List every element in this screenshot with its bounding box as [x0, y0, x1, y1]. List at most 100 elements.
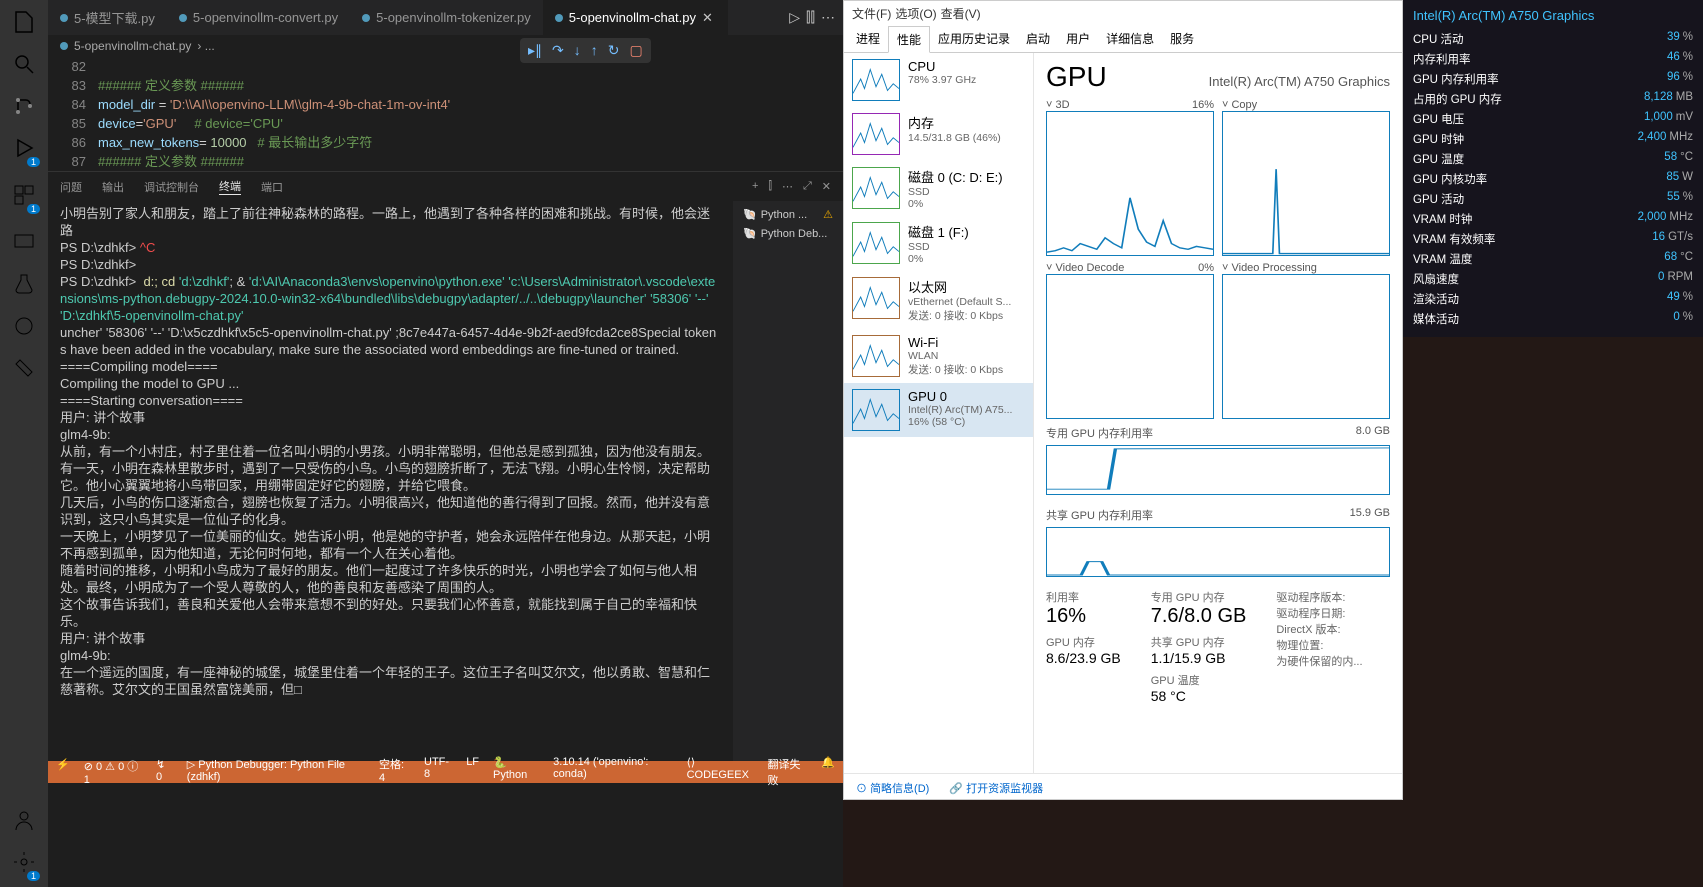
- tab-problems[interactable]: 问题: [60, 179, 82, 195]
- close-panel-icon[interactable]: ✕: [822, 180, 831, 193]
- lang-status[interactable]: 🐍 Python: [493, 756, 539, 788]
- eol-status[interactable]: LF: [466, 756, 479, 788]
- files-icon[interactable]: [12, 10, 36, 34]
- debug-toolbar[interactable]: ▸∥ ↷ ↓ ↑ ↻ ▢: [520, 38, 651, 63]
- tag-icon[interactable]: [12, 356, 36, 380]
- new-terminal-icon[interactable]: +: [752, 180, 758, 193]
- search-icon[interactable]: [12, 52, 36, 76]
- side-line2: 16% (58 °C): [908, 416, 1012, 428]
- step-over-icon[interactable]: ↷: [552, 42, 564, 59]
- tab-1[interactable]: 5-openvinollm-convert.py: [167, 0, 350, 35]
- tab-performance[interactable]: 性能: [888, 26, 930, 53]
- menu-options[interactable]: 选项(O): [895, 5, 936, 22]
- side-title: CPU: [908, 59, 976, 74]
- debug-status[interactable]: ▷ Python Debugger: Python File (zdhkf): [187, 758, 365, 786]
- tab-startup[interactable]: 启动: [1018, 26, 1058, 52]
- indent-status[interactable]: 空格: 4: [379, 756, 410, 788]
- source-control-icon[interactable]: [12, 94, 36, 118]
- tm-side-item-1[interactable]: 内存14.5/31.8 GB (46%): [844, 107, 1033, 161]
- more-icon[interactable]: ⋯: [782, 180, 793, 193]
- chart-ded-mem[interactable]: [1046, 445, 1390, 495]
- problems-status[interactable]: ⊘ 0 ⚠ 0 ⓘ 1: [84, 758, 142, 786]
- tab-ports[interactable]: 端口: [261, 179, 283, 195]
- overlay-unit: %: [1683, 71, 1693, 83]
- tab-users[interactable]: 用户: [1058, 26, 1098, 52]
- ports-status[interactable]: ↯ 0: [156, 758, 173, 786]
- maximize-icon[interactable]: ⤢: [803, 180, 812, 193]
- tab-debug-console[interactable]: 调试控制台: [144, 179, 199, 195]
- tab-history[interactable]: 应用历史记录: [930, 26, 1018, 52]
- side-line1: SSD: [908, 186, 1003, 198]
- flask-icon[interactable]: [12, 272, 36, 296]
- tab-2[interactable]: 5-openvinollm-tokenizer.py: [350, 0, 543, 35]
- code-editor[interactable]: 828384858687 ###### 定义参数 ###### model_di…: [48, 57, 843, 171]
- ai-icon[interactable]: [12, 314, 36, 338]
- remote-indicator[interactable]: ⚡: [56, 758, 70, 786]
- tab-0[interactable]: 5-模型下载.py: [48, 0, 167, 35]
- continue-icon[interactable]: ▸∥: [528, 42, 542, 59]
- terminal-item-debug[interactable]: 🐚Python Deb...: [737, 224, 839, 243]
- terminal-item-python[interactable]: 🐚Python ...⚠: [737, 205, 839, 224]
- tab-label: 5-openvinollm-tokenizer.py: [376, 10, 531, 25]
- split-terminal-icon[interactable]: ⫿: [768, 180, 772, 193]
- more-icon[interactable]: ⋯: [821, 9, 835, 26]
- tm-side-item-0[interactable]: CPU78% 3.97 GHz: [844, 53, 1033, 107]
- breadcrumb[interactable]: 5-openvinollm-chat.py› ...: [48, 35, 843, 57]
- ext-badge: 1: [27, 204, 40, 214]
- mini-graph: [852, 113, 900, 155]
- close-icon[interactable]: ✕: [702, 10, 716, 26]
- tab-processes[interactable]: 进程: [848, 26, 888, 52]
- tab-3[interactable]: 5-openvinollm-chat.py✕: [543, 0, 728, 35]
- chart-shr-mem[interactable]: [1046, 527, 1390, 577]
- account-icon[interactable]: [12, 808, 36, 832]
- settings-badge: 1: [27, 871, 40, 881]
- chart-label-copy[interactable]: ˅ Copy: [1222, 99, 1257, 111]
- split-icon[interactable]: ⫿⫿: [806, 9, 815, 26]
- overlay-key: CPU 活动: [1413, 31, 1463, 47]
- chart-copy[interactable]: [1222, 111, 1390, 256]
- restart-icon[interactable]: ↻: [608, 42, 620, 59]
- step-out-icon[interactable]: ↑: [591, 42, 598, 59]
- tab-details[interactable]: 详细信息: [1098, 26, 1162, 52]
- translate-status[interactable]: 翻译失败: [768, 756, 808, 788]
- overlay-key: 占用的 GPU 内存: [1413, 91, 1502, 107]
- tm-tabs: 进程 性能 应用历史记录 启动 用户 详细信息 服务: [844, 26, 1402, 53]
- encoding-status[interactable]: UTF-8: [424, 756, 452, 788]
- overlay-unit: RPM: [1667, 271, 1693, 283]
- chart-vdec[interactable]: [1046, 274, 1214, 419]
- stop-icon[interactable]: ▢: [630, 42, 643, 59]
- chart-3d[interactable]: [1046, 111, 1214, 256]
- chart-vproc[interactable]: [1222, 274, 1390, 419]
- notifications-icon[interactable]: 🔔: [821, 756, 835, 788]
- tab-output[interactable]: 输出: [102, 179, 124, 195]
- side-line1: WLAN: [908, 350, 1003, 362]
- breadcrumb-file: 5-openvinollm-chat.py: [74, 39, 191, 53]
- tab-terminal[interactable]: 终端: [219, 178, 241, 195]
- temp-label: GPU 温度: [1151, 672, 1247, 688]
- tm-side-item-4[interactable]: 以太网vEthernet (Default S...发送: 0 接收: 0 Kb…: [844, 271, 1033, 329]
- step-into-icon[interactable]: ↓: [574, 42, 581, 59]
- tm-side-item-5[interactable]: Wi-FiWLAN发送: 0 接收: 0 Kbps: [844, 329, 1033, 383]
- terminal-content[interactable]: 小明告别了家人和朋友，踏上了前往神秘森林的路程。一路上，他遇到了各种各样的困难和…: [48, 201, 733, 761]
- side-line1: 78% 3.97 GHz: [908, 74, 976, 86]
- resmon-link[interactable]: 🔗 打开资源监视器: [949, 780, 1043, 796]
- tm-side-item-2[interactable]: 磁盘 0 (C: D: E:)SSD0%: [844, 161, 1033, 216]
- run-icon[interactable]: ▷: [789, 9, 800, 26]
- interpreter-status[interactable]: 3.10.14 ('openvino': conda): [553, 756, 672, 788]
- overlay-value: 49: [1667, 291, 1680, 303]
- terminal-area: 小明告别了家人和朋友，踏上了前往神秘森林的路程。一路上，他遇到了各种各样的困难和…: [48, 201, 843, 761]
- brief-info-link[interactable]: ⊙ 简略信息(D): [856, 780, 929, 796]
- minimap[interactable]: [783, 57, 843, 171]
- chart-label-vdec[interactable]: ˅ Video Decode: [1046, 262, 1124, 274]
- chart-label-3d[interactable]: ˅ 3D: [1046, 99, 1070, 111]
- menu-view[interactable]: 查看(V): [941, 5, 981, 22]
- tab-services[interactable]: 服务: [1162, 26, 1202, 52]
- overlay-unit: W: [1682, 171, 1693, 183]
- remote-icon[interactable]: [12, 230, 36, 254]
- menu-file[interactable]: 文件(F): [852, 5, 891, 22]
- codegeex-status[interactable]: ⟨⟩ CODEGEEX: [687, 756, 754, 788]
- tm-side-item-3[interactable]: 磁盘 1 (F:)SSD0%: [844, 216, 1033, 271]
- tm-side-item-6[interactable]: GPU 0Intel(R) Arc(TM) A75...16% (58 °C): [844, 383, 1033, 437]
- chart-label-vproc[interactable]: ˅ Video Processing: [1222, 262, 1317, 274]
- code-lines[interactable]: ###### 定义参数 ###### model_dir = 'D:\\AI\\…: [98, 57, 783, 171]
